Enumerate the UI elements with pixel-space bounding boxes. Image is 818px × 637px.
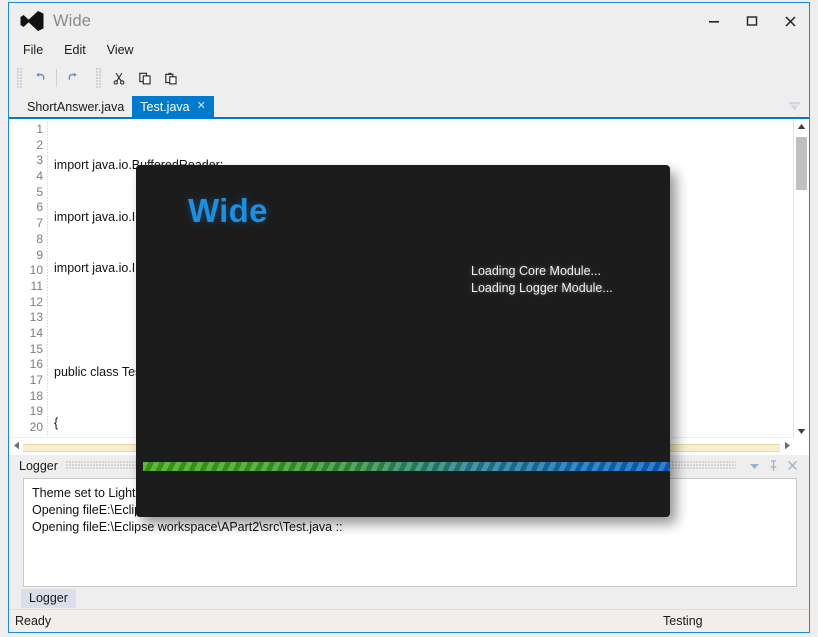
maximize-button[interactable] (733, 6, 771, 36)
line-number: 10 (29, 263, 43, 278)
log-line: Opening fileE:\Eclipse workspace\APart2\… (32, 520, 343, 534)
line-number: 7 (36, 216, 43, 231)
logger-panel-title: Logger (19, 458, 58, 473)
chevron-down-icon (788, 101, 800, 110)
splash-status-line: Loading Core Module... (471, 264, 601, 278)
copy-button[interactable] (132, 65, 158, 91)
splash-status-list: Loading Core Module... Loading Logger Mo… (471, 263, 661, 296)
panel-close-button[interactable] (784, 457, 801, 474)
menu-bar: File Edit View (9, 39, 809, 61)
menu-item-view[interactable]: View (105, 41, 143, 59)
splash-status-line: Loading Logger Module... (471, 280, 613, 295)
menu-item-file[interactable]: File (21, 41, 52, 59)
status-bar: Ready Testing (9, 609, 809, 632)
chevron-down-icon (750, 463, 759, 469)
line-number: 18 (29, 388, 43, 403)
line-number: 15 (29, 341, 43, 356)
window-title: Wide (53, 11, 91, 30)
line-number: 17 (29, 373, 43, 387)
window-controls (695, 3, 809, 39)
toolbar-separator (56, 69, 57, 87)
copy-icon (139, 72, 151, 84)
panel-pin-button[interactable] (765, 457, 782, 474)
line-number: 4 (36, 169, 43, 184)
undo-arrow-icon (36, 72, 45, 80)
line-number: 19 (29, 404, 43, 419)
line-number: 11 (30, 278, 43, 293)
logger-tab[interactable]: Logger (21, 588, 76, 608)
scroll-right-arrow-icon (784, 441, 790, 449)
scroll-up-arrow-icon (797, 123, 806, 129)
logger-tab-strip: Logger (9, 587, 809, 609)
line-number: 9 (36, 247, 43, 262)
toolbar (9, 61, 809, 95)
line-number: 5 (36, 184, 43, 199)
toolbar-grip[interactable] (17, 68, 23, 88)
paste-icon (165, 72, 177, 84)
cut-button[interactable] (106, 65, 132, 91)
redo-arrow-icon (68, 72, 77, 80)
line-number: 13 (29, 310, 43, 325)
tab-close-icon[interactable]: ✕ (197, 101, 206, 112)
line-number: 12 (29, 294, 43, 309)
scroll-left-arrow-icon (13, 441, 19, 449)
splash-dialog: Wide Loading Core Module... Loading Logg… (136, 165, 670, 517)
scroll-down-arrow-icon (797, 428, 806, 434)
editor-vertical-scrollbar[interactable] (793, 119, 809, 438)
scissors-icon (113, 72, 125, 85)
maximize-icon (746, 16, 758, 26)
splash-progress-bar (143, 462, 670, 471)
status-mode-text: Testing (663, 614, 703, 628)
application-root: Wide File Edit View ShortAnswer.java Tes… (0, 0, 818, 637)
line-number: 14 (29, 325, 43, 340)
close-icon (784, 15, 796, 27)
line-number: 1 (36, 122, 43, 136)
vs-bowtie-logo-icon (20, 11, 44, 31)
scroll-up-button[interactable] (794, 119, 809, 133)
redo-button[interactable] (60, 65, 86, 91)
paste-button[interactable] (158, 65, 184, 91)
menu-item-edit[interactable]: Edit (62, 41, 95, 59)
close-button[interactable] (771, 6, 809, 36)
tab-label: Test.java (140, 99, 190, 114)
close-icon (788, 461, 797, 470)
undo-button[interactable] (27, 65, 53, 91)
title-bar: Wide (9, 3, 809, 39)
tab-overflow-button[interactable] (787, 99, 801, 113)
scroll-down-button[interactable] (794, 424, 809, 438)
logger-panel-buttons (744, 457, 809, 474)
line-number: 3 (36, 153, 43, 168)
line-number: 6 (36, 200, 43, 215)
line-number: 16 (29, 357, 43, 372)
toolbar-grip-2[interactable] (96, 68, 102, 88)
tab-shortanswer-java[interactable]: ShortAnswer.java (19, 96, 132, 117)
editor-tab-bar: ShortAnswer.java Test.java ✕ (9, 95, 809, 117)
tab-test-java[interactable]: Test.java ✕ (132, 96, 214, 117)
minimize-icon (709, 21, 719, 23)
scroll-left-button[interactable] (9, 438, 23, 452)
scroll-right-button[interactable] (780, 438, 794, 452)
line-number: 20 (29, 420, 43, 435)
editor-line-number-gutter: 1 2 3 4 5 6 7 8 9 10 11 12 13 14 15 16 1… (9, 119, 47, 455)
splash-app-title: Wide (188, 192, 268, 229)
minimize-button[interactable] (695, 6, 733, 36)
pin-icon (770, 459, 777, 471)
line-number: 8 (36, 231, 43, 246)
status-ready-text: Ready (15, 614, 52, 628)
tab-label: ShortAnswer.java (27, 99, 125, 114)
line-number: 2 (36, 137, 43, 152)
scrollbar-thumb[interactable] (796, 137, 807, 190)
panel-dropdown-button[interactable] (746, 457, 763, 474)
